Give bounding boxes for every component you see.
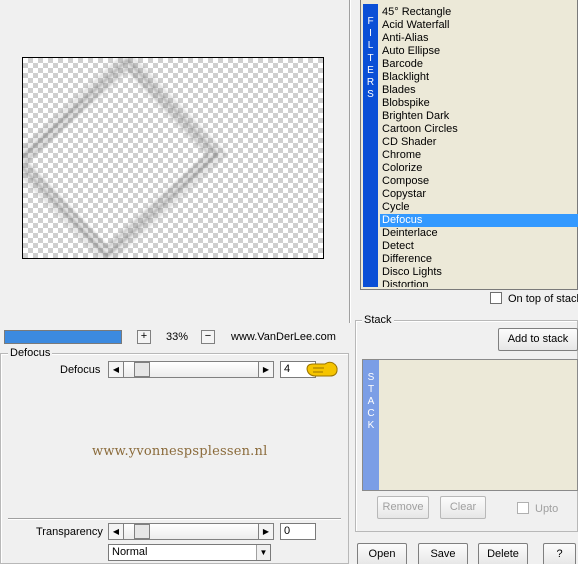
filter-item[interactable]: Chrome — [380, 149, 578, 162]
filter-item[interactable]: Acid Waterfall — [380, 19, 578, 32]
defocus-slider-thumb[interactable] — [134, 362, 150, 377]
watermark-text: www.yvonnespsplessen.nl — [92, 444, 268, 459]
blend-mode-value: Normal — [112, 546, 148, 558]
filters-strip-letter: F — [367, 16, 374, 27]
stack-strip: STACK — [363, 360, 379, 490]
filter-item[interactable]: Distortion — [380, 279, 578, 287]
filter-item[interactable]: 45° Rectangle — [380, 6, 578, 19]
filters-strip-letter: T — [367, 52, 374, 64]
preview-image — [23, 58, 227, 258]
filter-item[interactable]: Defocus — [380, 214, 578, 227]
filters-strip-letter: S — [367, 89, 374, 101]
filter-item[interactable]: Difference — [380, 253, 578, 266]
zoom-out-button[interactable]: − — [201, 330, 215, 344]
website-link[interactable]: www.VanDerLee.com — [231, 330, 336, 344]
add-to-stack-button[interactable]: Add to stack — [498, 328, 578, 351]
on-top-label: On top of stack — [508, 293, 578, 305]
stack-strip-letter: A — [367, 396, 375, 407]
stack-group-title: Stack — [362, 314, 394, 326]
filter-item[interactable]: Anti-Alias — [380, 32, 578, 45]
pointing-hand-icon — [305, 358, 339, 383]
transparency-slider[interactable]: ◀ ▶ — [108, 523, 274, 540]
filters-strip: FILTERS — [363, 4, 378, 287]
stack-strip-letter: S — [367, 372, 375, 383]
preview-canvas — [22, 57, 324, 259]
slider-right-arrow-icon[interactable]: ▶ — [258, 524, 273, 539]
stack-list[interactable] — [362, 359, 578, 491]
progress-fill — [5, 331, 121, 343]
filter-item[interactable]: Copystar — [380, 188, 578, 201]
delete-button[interactable]: Delete — [478, 543, 528, 564]
slider-left-arrow-icon[interactable]: ◀ — [109, 524, 124, 539]
clear-button[interactable]: Clear — [440, 496, 486, 519]
filters-strip-letter: E — [367, 64, 374, 76]
stack-strip-letter: T — [367, 384, 375, 395]
filter-item[interactable]: CD Shader — [380, 136, 578, 149]
filter-item[interactable]: Disco Lights — [380, 266, 578, 279]
zoom-level: 33% — [165, 331, 189, 343]
upto-label: Upto — [535, 503, 559, 515]
blend-mode-select[interactable]: Normal ▼ — [108, 544, 271, 561]
filter-item[interactable]: Auto Ellipse — [380, 45, 578, 58]
help-button[interactable]: ? — [543, 543, 576, 564]
filter-item[interactable]: Blacklight — [380, 71, 578, 84]
slider-left-arrow-icon[interactable]: ◀ — [109, 362, 124, 377]
on-top-checkbox[interactable] — [490, 292, 502, 304]
filters-strip-letter: I — [369, 28, 372, 40]
filter-item[interactable]: Brighten Dark — [380, 110, 578, 123]
stack-strip-letter: K — [367, 420, 375, 431]
stack-strip-letter: C — [367, 408, 375, 419]
filter-item[interactable]: Blobspike — [380, 97, 578, 110]
chevron-down-icon[interactable]: ▼ — [256, 545, 270, 560]
filter-item[interactable]: Compose — [380, 175, 578, 188]
zoom-in-button[interactable]: + — [137, 330, 151, 344]
upto-checkbox[interactable] — [517, 502, 529, 514]
filter-item[interactable]: Cartoon Circles — [380, 123, 578, 136]
open-button[interactable]: Open — [357, 543, 407, 564]
panel-divider — [349, 0, 351, 323]
filters-strip-letter: R — [366, 77, 375, 89]
filter-item[interactable]: Barcode — [380, 58, 578, 71]
filters-strip-letter: L — [367, 40, 374, 52]
filter-item[interactable]: Cycle — [380, 201, 578, 214]
slider-right-arrow-icon[interactable]: ▶ — [258, 362, 273, 377]
filters-list[interactable]: 45° Rectangle Acid Waterfall Anti-Alias Aut… — [380, 6, 578, 287]
transparency-slider-thumb[interactable] — [134, 524, 150, 539]
transparency-value-field[interactable]: 0 — [280, 523, 316, 540]
filter-item[interactable]: Colorize — [380, 162, 578, 175]
save-button[interactable]: Save — [418, 543, 468, 564]
transparency-separator — [8, 518, 341, 520]
transparency-label: Transparency — [36, 526, 103, 538]
preview-progress-bar — [4, 330, 122, 344]
filter-item[interactable]: Blades — [380, 84, 578, 97]
filter-item[interactable]: Deinterlace — [380, 227, 578, 240]
remove-button[interactable]: Remove — [377, 496, 429, 519]
defocus-group-title: Defocus — [8, 347, 53, 359]
defocus-label: Defocus — [60, 364, 101, 376]
filter-item[interactable]: Detect — [380, 240, 578, 253]
defocus-slider[interactable]: ◀ ▶ — [108, 361, 274, 378]
